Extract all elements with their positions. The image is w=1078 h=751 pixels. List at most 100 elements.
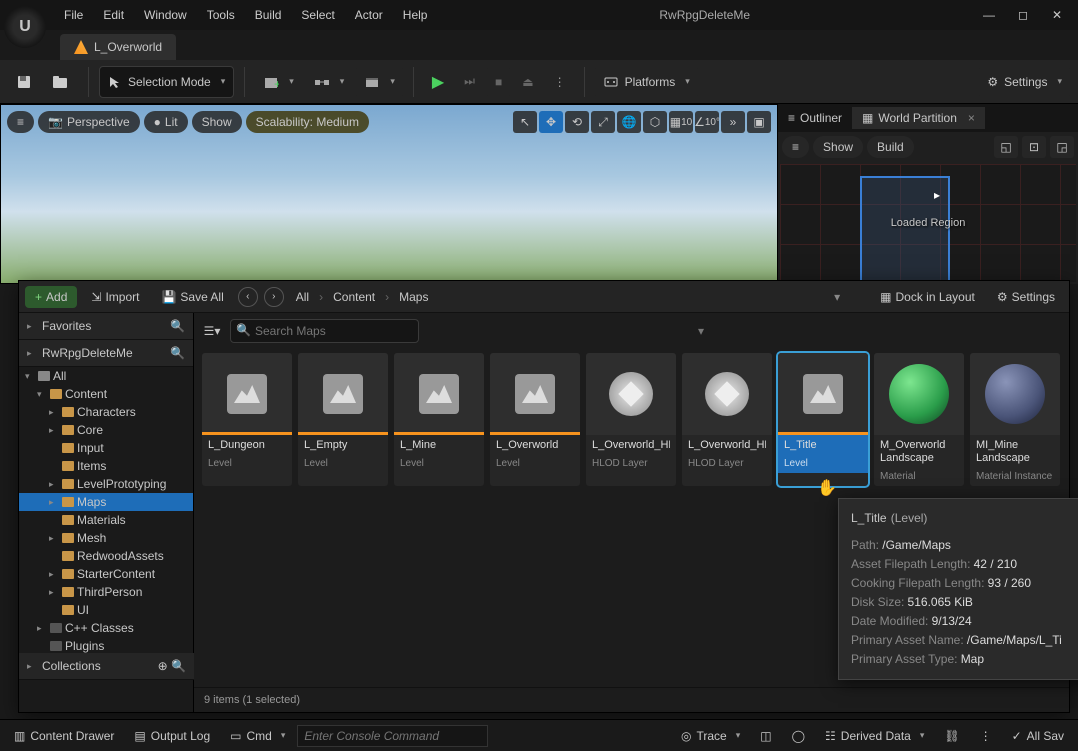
tree-ui[interactable]: UI xyxy=(19,601,193,619)
trace-rec[interactable]: ◯ xyxy=(784,725,813,747)
platforms-dropdown[interactable]: Platforms xyxy=(595,66,698,98)
tree-c---classes[interactable]: ▸C++ Classes xyxy=(19,619,193,637)
menu-help[interactable]: Help xyxy=(393,4,438,26)
nav-forward[interactable]: › xyxy=(264,287,284,307)
blueprint-dropdown[interactable] xyxy=(306,66,353,98)
output-log-button[interactable]: ▤ Output Log xyxy=(126,725,218,747)
tree-characters[interactable]: ▸Characters xyxy=(19,403,193,421)
tree-mesh[interactable]: ▸Mesh xyxy=(19,529,193,547)
crumb-content[interactable]: Content xyxy=(327,288,381,306)
tree-levelprototyping[interactable]: ▸LevelPrototyping xyxy=(19,475,193,493)
world-partition-tab[interactable]: ▦ World Partition × xyxy=(852,107,985,129)
menu-edit[interactable]: Edit xyxy=(93,4,134,26)
translate-tool[interactable]: ✥ xyxy=(539,111,563,133)
menu-actor[interactable]: Actor xyxy=(345,4,393,26)
settings-dropdown[interactable]: ⚙ Settings xyxy=(979,66,1070,98)
add-button[interactable]: + Add xyxy=(25,286,77,308)
tree-input[interactable]: Input xyxy=(19,439,193,457)
wp-show[interactable]: Show xyxy=(813,136,863,158)
world-partition-canvas[interactable]: ▸ Loaded Region xyxy=(780,164,1076,282)
menu-select[interactable]: Select xyxy=(291,4,344,26)
select-tool[interactable]: ↖ xyxy=(513,111,537,133)
menu-window[interactable]: Window xyxy=(134,4,197,26)
collections-section[interactable]: ▸Collections⊕ 🔍 xyxy=(19,653,194,680)
view-show[interactable]: Show xyxy=(192,111,242,133)
asset-mi-mine-landscape[interactable]: MI_Mine LandscapeMaterial Instance xyxy=(970,353,1060,486)
tree-core[interactable]: ▸Core xyxy=(19,421,193,439)
stop-button[interactable]: ■ xyxy=(487,66,510,98)
trace-store[interactable]: ◫ xyxy=(752,725,779,747)
surface-snap[interactable]: ⬡ xyxy=(643,111,667,133)
wp-menu[interactable]: ≡ xyxy=(782,136,809,158)
favorites-section[interactable]: ▸Favorites🔍 xyxy=(19,313,193,340)
save-all-button[interactable]: 💾 Save All xyxy=(153,286,231,308)
cinematics-dropdown[interactable] xyxy=(356,66,403,98)
menu-tools[interactable]: Tools xyxy=(197,4,245,26)
wp-tool3[interactable]: ◲ xyxy=(1050,136,1074,158)
tree-maps[interactable]: ▸Maps xyxy=(19,493,193,511)
menu-file[interactable]: File xyxy=(54,4,93,26)
view-lit[interactable]: ● Lit xyxy=(144,111,188,133)
maximize-vp[interactable]: ▣ xyxy=(747,111,771,133)
crumb-dropdown[interactable]: ▾ xyxy=(834,290,840,304)
add-content-dropdown[interactable]: + xyxy=(255,66,302,98)
tree-materials[interactable]: Materials xyxy=(19,511,193,529)
more-vp[interactable]: » xyxy=(721,111,745,133)
asset-l-overworld-hlodlayer-[interactable]: L_Overworld_HLODLayer_HLOD Layer xyxy=(682,353,772,486)
outliner-tab[interactable]: ≡ Outliner xyxy=(778,107,852,129)
filter-button[interactable]: ☰▾ xyxy=(200,319,224,343)
viewport[interactable]: ≡ 📷 Perspective ● Lit Show Scalability: … xyxy=(0,104,778,284)
revision-control[interactable]: ⛓ xyxy=(936,725,967,747)
asset-l-overworld-hlodlayer-[interactable]: L_Overworld_HLODLayer_HLOD Layer xyxy=(586,353,676,486)
play-options[interactable]: ⋮ xyxy=(546,66,574,98)
step-button[interactable]: ⏭ xyxy=(456,66,483,98)
browse-button[interactable] xyxy=(44,66,78,98)
grid-snap[interactable]: ▦ 10 xyxy=(669,111,693,133)
search-input[interactable] xyxy=(230,319,419,343)
view-perspective[interactable]: 📷 Perspective xyxy=(38,111,140,133)
project-section[interactable]: ▸RwRpgDeleteMe🔍 xyxy=(19,340,193,367)
content-drawer-button[interactable]: ▥ Content Drawer xyxy=(6,725,122,747)
world-local-toggle[interactable]: 🌐 xyxy=(617,111,641,133)
import-button[interactable]: ⇲ Import xyxy=(83,286,147,308)
asset-m-overworld-landscape[interactable]: M_Overworld LandscapeMaterial xyxy=(874,353,964,486)
viewport-menu[interactable]: ≡ xyxy=(7,111,34,133)
minimize-button[interactable]: — xyxy=(972,3,1006,27)
cb-settings-button[interactable]: ⚙ Settings xyxy=(989,286,1063,308)
dock-button[interactable]: ▦ Dock in Layout xyxy=(872,286,983,308)
loaded-region[interactable]: ▸ xyxy=(860,176,950,296)
save-status[interactable]: ✓ All Sav xyxy=(1004,725,1072,747)
crumb-all[interactable]: All xyxy=(290,288,315,306)
crumb-maps[interactable]: Maps xyxy=(393,288,434,306)
derived-data-dropdown[interactable]: ☷ Derived Data xyxy=(817,725,932,747)
asset-l-empty[interactable]: L_EmptyLevel xyxy=(298,353,388,486)
maximize-button[interactable]: ◻ xyxy=(1006,3,1040,27)
tree-thirdperson[interactable]: ▸ThirdPerson xyxy=(19,583,193,601)
rotate-tool[interactable]: ⟲ xyxy=(565,111,589,133)
angle-snap[interactable]: ∠ 10° xyxy=(695,111,719,133)
tree-items[interactable]: Items xyxy=(19,457,193,475)
selection-mode-dropdown[interactable]: Selection Mode xyxy=(99,66,234,98)
tree-all[interactable]: ▾All xyxy=(19,367,193,385)
close-button[interactable]: ✕ xyxy=(1040,3,1074,27)
tree-startercontent[interactable]: ▸StarterContent xyxy=(19,565,193,583)
view-scalability[interactable]: Scalability: Medium xyxy=(246,111,369,133)
nav-back[interactable]: ‹ xyxy=(238,287,258,307)
tree-redwoodassets[interactable]: RedwoodAssets xyxy=(19,547,193,565)
wp-build[interactable]: Build xyxy=(867,136,914,158)
asset-l-title[interactable]: L_TitleLevel xyxy=(778,353,868,486)
menu-build[interactable]: Build xyxy=(245,4,292,26)
search-dropdown[interactable]: ▾ xyxy=(698,324,704,338)
tree-content[interactable]: ▾Content xyxy=(19,385,193,403)
wp-tool1[interactable]: ◱ xyxy=(994,136,1018,158)
scale-tool[interactable]: ⤢ xyxy=(591,111,615,133)
wp-tool2[interactable]: ⊡ xyxy=(1022,136,1046,158)
play-button[interactable]: ▶ xyxy=(424,66,452,98)
asset-l-overworld[interactable]: L_OverworldLevel xyxy=(490,353,580,486)
trace-dropdown[interactable]: ◎ Trace xyxy=(673,725,748,747)
eject-button[interactable]: ⏏ xyxy=(514,66,541,98)
save-button[interactable] xyxy=(8,66,40,98)
asset-l-mine[interactable]: L_MineLevel xyxy=(394,353,484,486)
level-tab[interactable]: L_Overworld xyxy=(60,34,176,60)
console-input[interactable] xyxy=(297,725,488,747)
